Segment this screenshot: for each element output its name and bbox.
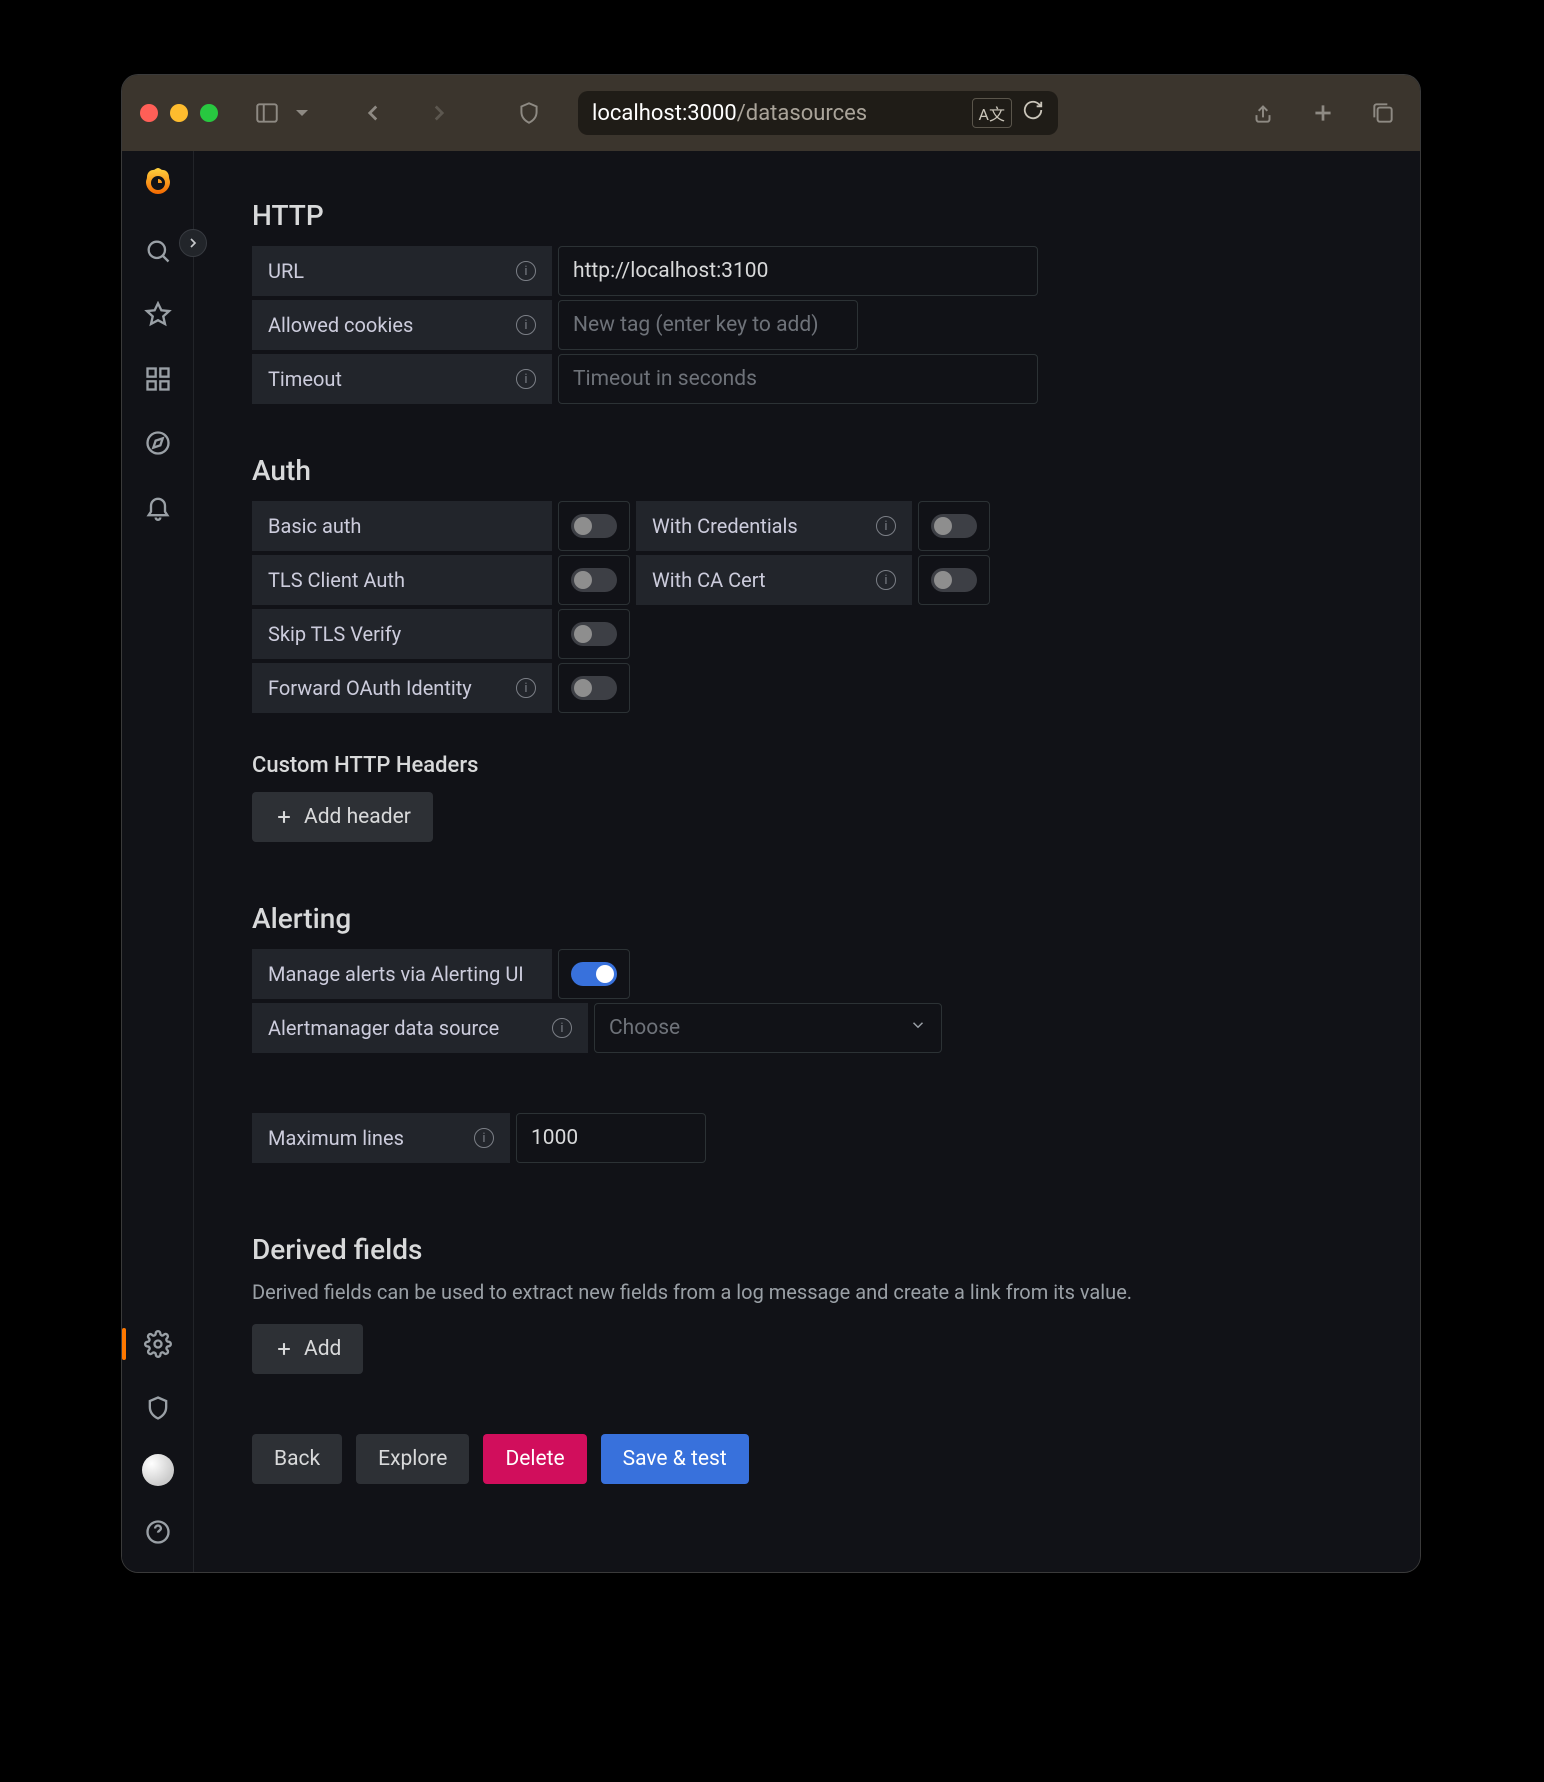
- nav-starred-icon[interactable]: [138, 295, 178, 335]
- manage-alerts-label: Manage alerts via Alerting UI: [252, 949, 552, 999]
- back-button[interactable]: Back: [252, 1434, 342, 1484]
- nav-back-button[interactable]: [354, 94, 392, 132]
- browser-window: localhost:3000/datasources A文: [122, 75, 1420, 1572]
- alerting-section-title: Alerting: [252, 902, 1370, 935]
- alertmanager-label: Alertmanager data source i: [252, 1003, 588, 1053]
- sidebar-expand-button[interactable]: [179, 229, 207, 257]
- delete-button[interactable]: Delete: [483, 1434, 586, 1484]
- custom-headers-title: Custom HTTP Headers: [252, 753, 1370, 778]
- skip-tls-verify-toggle[interactable]: [558, 609, 630, 659]
- grafana-logo-icon[interactable]: [140, 165, 176, 201]
- timeout-input[interactable]: Timeout in seconds: [558, 354, 1038, 404]
- sidebar: [122, 151, 194, 1572]
- add-header-button[interactable]: Add header: [252, 792, 433, 842]
- nav-admin-icon[interactable]: [138, 1388, 178, 1428]
- translate-icon[interactable]: A文: [972, 98, 1012, 128]
- info-icon[interactable]: i: [552, 1018, 572, 1038]
- nav-dashboards-icon[interactable]: [138, 359, 178, 399]
- nav-configuration-icon[interactable]: [138, 1324, 178, 1364]
- url-bar[interactable]: localhost:3000/datasources A文: [578, 91, 1058, 135]
- with-credentials-toggle[interactable]: [918, 501, 990, 551]
- skip-tls-verify-label: Skip TLS Verify: [252, 609, 552, 659]
- traffic-lights: [140, 104, 218, 122]
- basic-auth-label: Basic auth: [252, 501, 552, 551]
- max-lines-input[interactable]: 1000: [516, 1113, 706, 1163]
- info-icon[interactable]: i: [516, 369, 536, 389]
- add-derived-field-button[interactable]: Add: [252, 1324, 363, 1374]
- info-icon[interactable]: i: [516, 678, 536, 698]
- derived-fields-desc: Derived fields can be used to extract ne…: [252, 1280, 1370, 1304]
- manage-alerts-toggle[interactable]: [558, 949, 630, 999]
- sidebar-toggle-icon[interactable]: [248, 94, 286, 132]
- url-input[interactable]: http://localhost:3100: [558, 246, 1038, 296]
- nav-user-avatar[interactable]: [142, 1454, 174, 1486]
- max-lines-label: Maximum lines i: [252, 1113, 510, 1163]
- http-section-title: HTTP: [252, 199, 1370, 232]
- forward-oauth-label: Forward OAuth Identity i: [252, 663, 552, 713]
- add-header-label: Add header: [304, 805, 411, 829]
- with-ca-cert-toggle[interactable]: [918, 555, 990, 605]
- nav-search-icon[interactable]: [138, 231, 178, 271]
- tls-client-auth-toggle[interactable]: [558, 555, 630, 605]
- new-tab-icon[interactable]: [1304, 94, 1342, 132]
- window-maximize-button[interactable]: [200, 104, 218, 122]
- url-text: localhost:3000/datasources: [592, 101, 962, 126]
- basic-auth-toggle[interactable]: [558, 501, 630, 551]
- add-derived-field-label: Add: [304, 1337, 341, 1361]
- window-close-button[interactable]: [140, 104, 158, 122]
- info-icon[interactable]: i: [516, 261, 536, 281]
- plus-icon: [274, 807, 294, 827]
- sidebar-dropdown-icon[interactable]: [290, 94, 314, 132]
- with-credentials-label: With Credentials i: [636, 501, 912, 551]
- plus-icon: [274, 1339, 294, 1359]
- nav-help-icon[interactable]: [138, 1512, 178, 1552]
- nav-forward-button[interactable]: [420, 94, 458, 132]
- nav-alerting-icon[interactable]: [138, 487, 178, 527]
- forward-oauth-toggle[interactable]: [558, 663, 630, 713]
- timeout-label: Timeout i: [252, 354, 552, 404]
- tabs-overview-icon[interactable]: [1364, 94, 1402, 132]
- cookies-label: Allowed cookies i: [252, 300, 552, 350]
- main-content: HTTP URL i http://localhost:3100 Allowed…: [194, 151, 1420, 1572]
- info-icon[interactable]: i: [876, 570, 896, 590]
- url-label: URL i: [252, 246, 552, 296]
- info-icon[interactable]: i: [876, 516, 896, 536]
- alertmanager-select[interactable]: Choose: [594, 1003, 942, 1053]
- cookies-input[interactable]: New tag (enter key to add): [558, 300, 858, 350]
- tls-client-auth-label: TLS Client Auth: [252, 555, 552, 605]
- save-test-button[interactable]: Save & test: [601, 1434, 749, 1484]
- titlebar: localhost:3000/datasources A文: [122, 75, 1420, 151]
- tracking-protection-icon[interactable]: [510, 94, 548, 132]
- window-minimize-button[interactable]: [170, 104, 188, 122]
- info-icon[interactable]: i: [516, 315, 536, 335]
- derived-fields-title: Derived fields: [252, 1233, 1370, 1266]
- auth-section-title: Auth: [252, 454, 1370, 487]
- reload-icon[interactable]: [1022, 99, 1044, 127]
- chevron-down-icon: [909, 1016, 927, 1040]
- info-icon[interactable]: i: [474, 1128, 494, 1148]
- footer-buttons: Back Explore Delete Save & test: [252, 1434, 1370, 1484]
- explore-button[interactable]: Explore: [356, 1434, 469, 1484]
- share-icon[interactable]: [1244, 94, 1282, 132]
- nav-explore-icon[interactable]: [138, 423, 178, 463]
- with-ca-cert-label: With CA Cert i: [636, 555, 912, 605]
